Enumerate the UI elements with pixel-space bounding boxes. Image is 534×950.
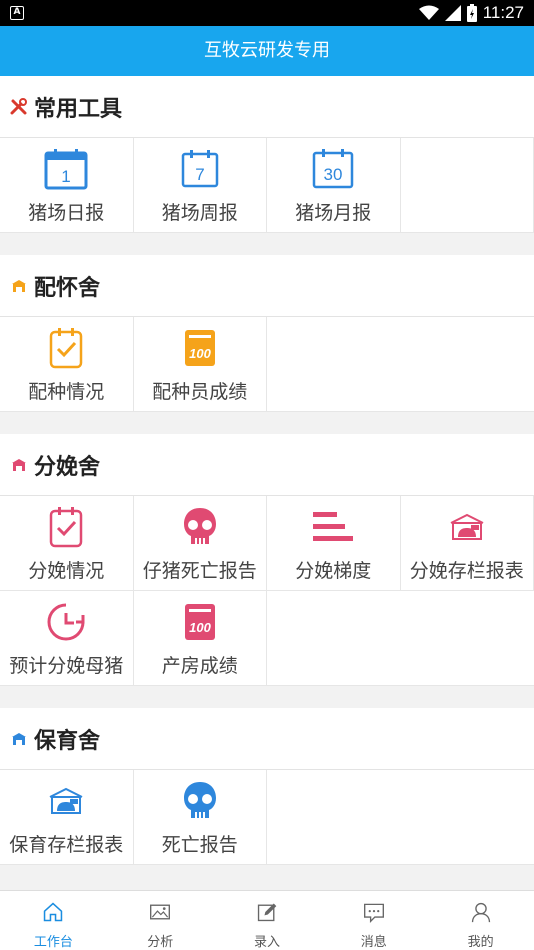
score-100-icon: 100 <box>177 599 223 645</box>
image-icon <box>150 904 171 920</box>
tool-piglet-death-report[interactable]: 仔猪死亡报告 <box>133 496 267 591</box>
app-badge-icon: A <box>10 6 24 20</box>
tool-label: 保育存栏报表 <box>9 834 124 856</box>
tool-label: 死亡报告 <box>161 834 238 856</box>
tool-farrowing-gradient[interactable]: 分娩梯度 <box>267 496 401 591</box>
clock-icon <box>43 599 89 645</box>
section-header: 保育舍 <box>0 708 534 770</box>
tool-death-report[interactable]: 死亡报告 <box>133 770 267 865</box>
svg-text:1: 1 <box>62 167 71 186</box>
section-header: 分娩舍 <box>0 434 534 496</box>
tool-label: 猪场周报 <box>161 202 238 224</box>
app-header: 互牧云研发专用 <box>0 26 534 76</box>
bars-icon <box>310 504 356 550</box>
svg-text:7: 7 <box>195 165 204 184</box>
tab-profile[interactable]: 我的 <box>427 891 534 950</box>
score-100-icon: 100 <box>177 325 223 371</box>
section-farrowing-barn: 分娩舍 分娩情况 仔猪死亡报告 分娩梯度 分娩存栏报表 预计分娩母猪 100 产… <box>0 434 534 686</box>
edit-icon <box>257 903 277 922</box>
tools-icon <box>10 97 28 116</box>
pen-icon <box>43 778 89 824</box>
tool-daily-report[interactable]: 1 猪场日报 <box>0 138 134 233</box>
message-icon <box>363 903 384 923</box>
status-bar: A 11:27 <box>0 0 534 26</box>
tool-label: 仔猪死亡报告 <box>142 560 257 582</box>
user-icon <box>471 902 490 923</box>
tool-nursery-inventory-report[interactable]: 保育存栏报表 <box>0 770 134 865</box>
pen-icon <box>444 504 490 550</box>
tool-label: 产房成绩 <box>161 655 238 677</box>
tool-breeding-status[interactable]: 配种情况 <box>0 317 134 412</box>
svg-text:30: 30 <box>324 165 343 184</box>
tool-farrowing-room-score[interactable]: 100 产房成绩 <box>133 591 267 686</box>
section-header: 配怀舍 <box>0 255 534 317</box>
tool-label: 分娩情况 <box>28 560 105 582</box>
tab-messages[interactable]: 消息 <box>320 891 427 950</box>
tool-label: 预计分娩母猪 <box>9 655 124 677</box>
page-title: 互牧云研发专用 <box>204 40 330 61</box>
section-title: 保育舍 <box>34 728 101 754</box>
tool-label: 猪场月报 <box>295 202 372 224</box>
tab-label: 录入 <box>253 935 280 950</box>
tab-label: 消息 <box>360 935 387 950</box>
skull-icon <box>177 504 223 550</box>
barn-icon <box>10 277 28 295</box>
barn-icon <box>10 730 28 748</box>
tool-expected-farrowing-sows[interactable]: 预计分娩母猪 <box>0 591 134 686</box>
tab-label: 分析 <box>147 935 174 950</box>
skull-icon <box>177 778 223 824</box>
clipboard-check-icon <box>43 325 89 371</box>
section-title: 配怀舍 <box>34 275 101 301</box>
calendar-day-icon: 1 <box>43 146 89 192</box>
battery-icon <box>466 4 477 22</box>
section-breeding-barn: 配怀舍 配种情况 100 配种员成绩 <box>0 255 534 412</box>
tool-label: 分娩存栏报表 <box>409 560 524 582</box>
home-icon <box>44 902 63 922</box>
empty-cell <box>267 591 534 686</box>
wifi-icon <box>418 5 439 20</box>
calendar-month-icon: 30 <box>310 146 356 192</box>
empty-cell <box>267 770 534 865</box>
calendar-week-icon: 7 <box>177 146 223 192</box>
tool-farrowing-status[interactable]: 分娩情况 <box>0 496 134 591</box>
tool-label: 猪场日报 <box>28 202 105 224</box>
bottom-tab-bar: 工作台 分析 录入 消息 我的 <box>0 890 534 950</box>
empty-cell <box>267 317 534 412</box>
tool-label: 分娩梯度 <box>295 560 372 582</box>
tool-weekly-report[interactable]: 7 猪场周报 <box>133 138 267 233</box>
svg-text:100: 100 <box>189 620 211 635</box>
tab-workbench[interactable]: 工作台 <box>0 891 107 950</box>
tool-monthly-report[interactable]: 30 猪场月报 <box>267 138 401 233</box>
tab-analysis[interactable]: 分析 <box>107 891 214 950</box>
tab-label: 工作台 <box>33 935 73 950</box>
tool-farrowing-inventory-report[interactable]: 分娩存栏报表 <box>400 496 534 591</box>
tool-label: 配种情况 <box>28 381 105 403</box>
workbench-content: 常用工具 1 猪场日报 7 猪场周报 30 猪场月报 配怀舍 配种情况 100 … <box>0 76 534 890</box>
tool-breeder-score[interactable]: 100 配种员成绩 <box>133 317 267 412</box>
svg-text:100: 100 <box>189 346 211 361</box>
section-title: 分娩舍 <box>34 454 101 480</box>
tab-label: 我的 <box>467 935 494 950</box>
signal-icon <box>444 5 461 21</box>
section-common-tools: 常用工具 1 猪场日报 7 猪场周报 30 猪场月报 <box>0 76 534 233</box>
section-header: 常用工具 <box>0 76 534 138</box>
tab-entry[interactable]: 录入 <box>214 891 321 950</box>
clock-time: 11:27 <box>482 3 524 22</box>
clipboard-check-icon <box>43 504 89 550</box>
section-title: 常用工具 <box>34 96 123 122</box>
empty-cell <box>400 138 534 233</box>
section-nursery-barn: 保育舍 保育存栏报表 死亡报告 <box>0 708 534 865</box>
barn-icon <box>10 456 28 474</box>
tool-label: 配种员成绩 <box>152 381 248 403</box>
